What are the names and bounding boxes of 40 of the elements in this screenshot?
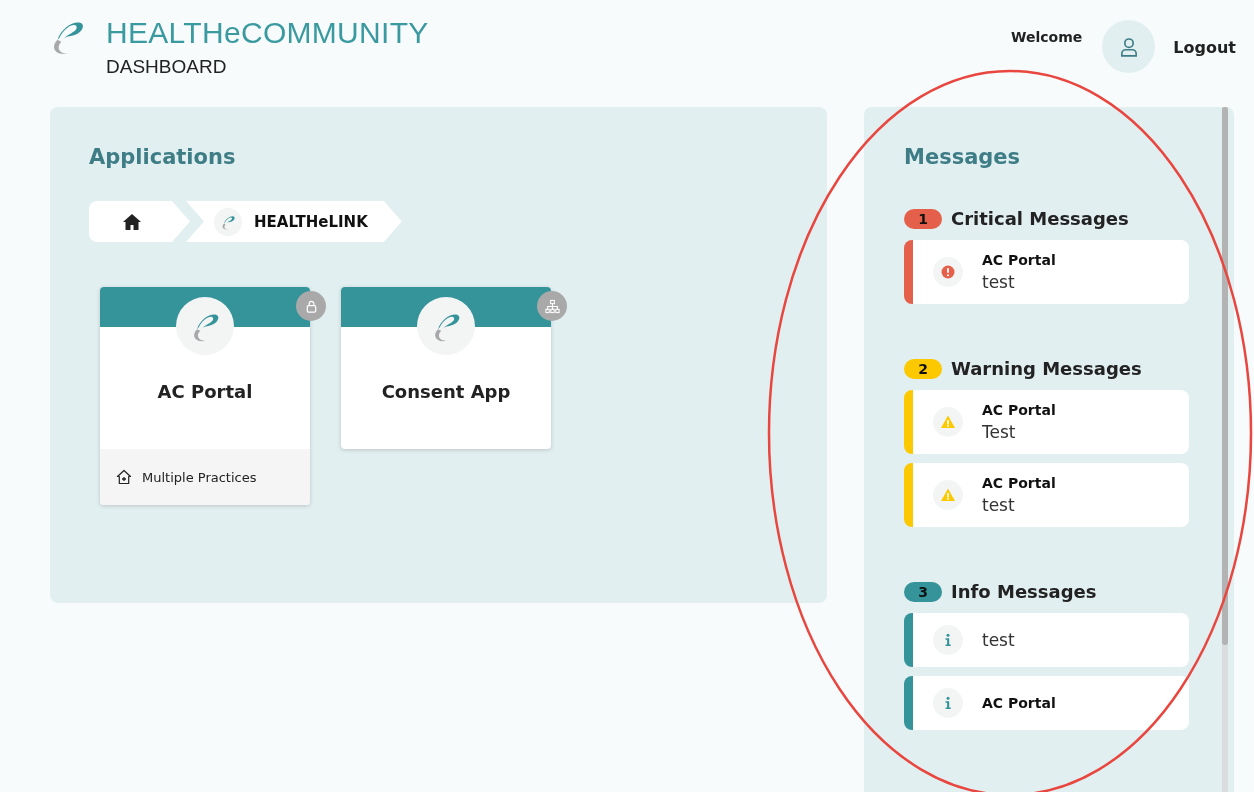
scrollbar[interactable] [1222, 107, 1228, 792]
message-text: test [982, 495, 1016, 515]
message-text: Test [982, 422, 1017, 442]
message-card[interactable]: AC Portal test [904, 240, 1189, 304]
message-card[interactable]: AC Portal [904, 676, 1189, 730]
group-title: Warning Messages [951, 358, 1142, 379]
brand-title: HEALTHeCOMMUNITY [106, 16, 429, 50]
home-crumb[interactable] [89, 201, 190, 242]
app-card[interactable]: AC Portal Multiple Practices [100, 287, 310, 505]
practice-label: Multiple Practices [142, 469, 257, 485]
app-name: AC Portal [156, 380, 254, 404]
message-card[interactable]: AC Portal Test [904, 390, 1189, 454]
group-title: Critical Messages [951, 208, 1129, 229]
page-subtitle: DASHBOARD [106, 56, 228, 78]
group-title: Info Messages [951, 581, 1097, 602]
message-title: AC Portal [982, 402, 1056, 418]
user-avatar[interactable] [1102, 20, 1156, 73]
hierarchy-icon [544, 298, 560, 314]
message-text: test [982, 630, 1015, 650]
message-title: AC Portal [982, 252, 1056, 268]
app-name: Consent App [380, 380, 512, 404]
breadcrumb-item[interactable]: HEALTHeLINK [186, 201, 402, 242]
count-badge: 1 [904, 208, 942, 229]
warning-icon [940, 487, 956, 503]
app-card[interactable]: Consent App [341, 287, 551, 449]
count-badge: 2 [904, 358, 942, 379]
count-badge: 3 [904, 581, 942, 602]
message-title: AC Portal [982, 695, 1056, 711]
home-plus-icon [116, 469, 132, 485]
home-icon [122, 212, 142, 231]
warning-icon [940, 414, 956, 430]
message-text: test [982, 272, 1016, 292]
message-card[interactable]: test [904, 613, 1189, 667]
logout-button[interactable]: Logout [1173, 38, 1236, 57]
message-card[interactable]: AC Portal test [904, 463, 1189, 527]
alert-icon [940, 264, 956, 280]
panel-title: Messages [904, 145, 1022, 169]
panel-title: Applications [89, 145, 237, 169]
message-title: AC Portal [982, 475, 1056, 491]
welcome-text: Welcome [1011, 29, 1083, 45]
